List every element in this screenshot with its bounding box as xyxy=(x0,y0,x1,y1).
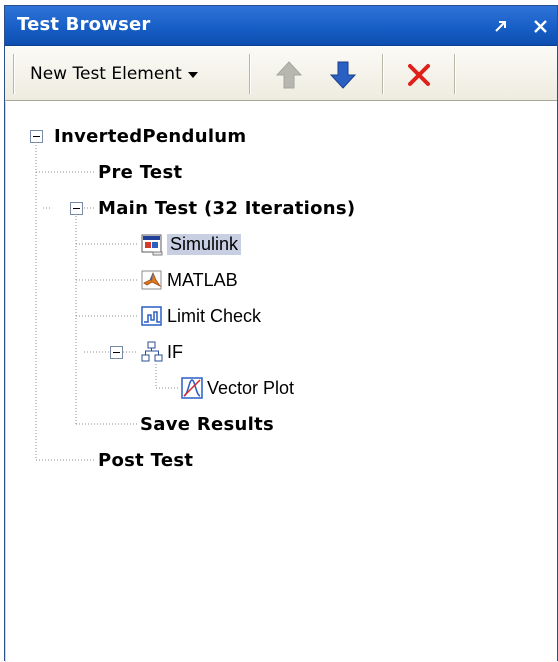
toolbar: New Test Element xyxy=(5,47,557,101)
tree-node-main-test[interactable]: Main Test (32 Iterations) xyxy=(98,194,355,222)
test-tree: InvertedPendulum Pre Test Main Test (32 … xyxy=(5,102,557,662)
tree-node-limit-check[interactable]: Limit Check xyxy=(140,302,261,330)
limit-check-icon xyxy=(141,306,162,326)
pin-icon[interactable] xyxy=(491,15,511,37)
toolbar-separator xyxy=(382,54,384,94)
tree-node-simulink[interactable]: Simulink xyxy=(140,230,242,258)
tree-node-label: Post Test xyxy=(98,449,194,471)
tree-node-label: IF xyxy=(167,341,183,362)
tree-node-pre-test[interactable]: Pre Test xyxy=(98,158,182,186)
toolbar-separator xyxy=(249,54,251,94)
tree-node-label: InvertedPendulum xyxy=(54,125,247,147)
tree-node-label: Limit Check xyxy=(167,305,262,326)
tree-node-label: Main Test (32 Iterations) xyxy=(98,197,356,219)
tree-node-vector-plot[interactable]: Vector Plot xyxy=(180,374,294,402)
tree-node-root[interactable]: InvertedPendulum xyxy=(54,122,246,150)
delete-x-icon[interactable] xyxy=(405,60,433,90)
tree-node-label: MATLAB xyxy=(167,269,238,290)
vector-plot-icon xyxy=(181,377,203,399)
tree-node-matlab[interactable]: MATLAB xyxy=(140,266,238,294)
expander-root[interactable] xyxy=(30,130,43,143)
matlab-icon xyxy=(141,270,162,290)
toolbar-separator xyxy=(13,54,15,94)
tree-node-label: Simulink xyxy=(167,233,242,255)
expander-main-test[interactable] xyxy=(70,202,83,215)
test-browser-panel: Test Browser New Test Element InvertedPe… xyxy=(4,5,558,662)
title-bar: Test Browser xyxy=(5,6,557,46)
arrow-up-icon[interactable] xyxy=(275,60,303,90)
panel-title: Test Browser xyxy=(17,14,151,35)
tree-node-save-results[interactable]: Save Results xyxy=(140,410,274,438)
tree-node-label: Save Results xyxy=(140,413,275,435)
branch-icon xyxy=(141,341,163,362)
tree-node-label: Vector Plot xyxy=(207,377,295,398)
chevron-down-icon xyxy=(187,72,198,78)
new-test-element-label: New Test Element xyxy=(30,64,182,84)
new-test-element-button[interactable]: New Test Element xyxy=(22,57,206,91)
tree-node-label: Pre Test xyxy=(98,161,183,183)
close-icon[interactable] xyxy=(531,15,551,37)
toolbar-separator xyxy=(454,54,456,94)
tree-node-if[interactable]: IF xyxy=(140,338,183,366)
simulink-icon xyxy=(141,234,163,256)
arrow-down-icon[interactable] xyxy=(329,60,357,90)
expander-if[interactable] xyxy=(110,346,123,359)
tree-node-post-test[interactable]: Post Test xyxy=(98,446,193,474)
